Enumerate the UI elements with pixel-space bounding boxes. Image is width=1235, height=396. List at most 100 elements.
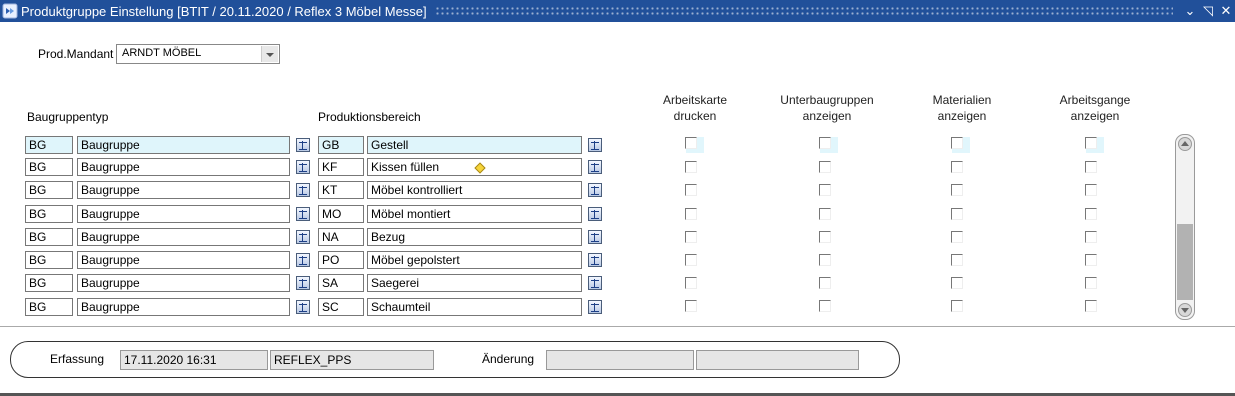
unterbaugruppen-checkbox[interactable]: [819, 277, 831, 289]
arbeitskarte-checkbox[interactable]: [685, 161, 697, 173]
materialien-checkbox[interactable]: [951, 161, 963, 173]
bereich-code-field[interactable]: SA: [318, 274, 364, 292]
header-arbeitsgange-line2: anzeigen: [1070, 109, 1120, 123]
typ-name-field[interactable]: Baugruppe: [77, 228, 290, 246]
typ-name-field[interactable]: Baugruppe: [77, 181, 290, 199]
header-materialien: Materialien anzeigen: [907, 92, 1017, 124]
header-unterbaugruppen-line1: Unterbaugruppen: [780, 93, 874, 107]
unterbaugruppen-checkbox[interactable]: [819, 161, 831, 173]
list-icon[interactable]: [588, 160, 602, 174]
mandant-select[interactable]: ARNDT MÖBEL: [116, 44, 280, 64]
arbeitskarte-checkbox[interactable]: [685, 254, 697, 266]
arbeitskarte-checkbox[interactable]: [685, 184, 697, 196]
scroll-thumb[interactable]: [1177, 224, 1193, 300]
typ-name-field[interactable]: Baugruppe: [77, 205, 290, 223]
arbeitsgange-checkbox[interactable]: [1085, 137, 1097, 149]
arbeitskarte-checkbox[interactable]: [685, 231, 697, 243]
list-icon[interactable]: [296, 183, 310, 197]
vertical-scrollbar[interactable]: [1175, 134, 1195, 320]
typ-code-field[interactable]: BG: [25, 274, 73, 292]
arbeitsgange-checkbox[interactable]: [1085, 254, 1097, 266]
arbeitsgange-checkbox[interactable]: [1085, 277, 1097, 289]
materialien-checkbox[interactable]: [951, 184, 963, 196]
arbeitskarte-checkbox[interactable]: [685, 300, 697, 312]
unterbaugruppen-checkbox[interactable]: [819, 300, 831, 312]
bereich-name-field[interactable]: Möbel gepolstert: [367, 251, 582, 269]
materialien-checkbox[interactable]: [951, 277, 963, 289]
list-icon[interactable]: [588, 230, 602, 244]
bereich-code-field[interactable]: SC: [318, 298, 364, 316]
header-arbeitskarte-line1: Arbeitskarte: [662, 93, 728, 107]
arbeitskarte-checkbox[interactable]: [685, 137, 697, 149]
arbeitsgange-checkbox[interactable]: [1085, 208, 1097, 220]
header-materialien-line1: Materialien: [932, 93, 992, 107]
arbeitskarte-checkbox[interactable]: [685, 208, 697, 220]
bereich-name-field[interactable]: Möbel kontrolliert: [367, 181, 582, 199]
maximize-icon[interactable]: ◹: [1199, 3, 1217, 19]
bereich-code-field[interactable]: KT: [318, 181, 364, 199]
list-icon[interactable]: [588, 253, 602, 267]
bereich-code-field[interactable]: MO: [318, 205, 364, 223]
bereich-name-field[interactable]: Bezug: [367, 228, 582, 246]
typ-code-field[interactable]: BG: [25, 181, 73, 199]
unterbaugruppen-checkbox[interactable]: [819, 231, 831, 243]
scroll-down-icon[interactable]: [1178, 303, 1192, 317]
header-arbeitskarte: Arbeitskarte drucken: [645, 92, 745, 124]
chevron-down-icon[interactable]: [261, 46, 278, 62]
typ-name-field[interactable]: Baugruppe: [77, 251, 290, 269]
mandant-value: ARNDT MÖBEL: [122, 47, 202, 59]
typ-code-field[interactable]: BG: [25, 298, 73, 316]
aenderung-datum-field: [546, 350, 694, 370]
arbeitskarte-checkbox[interactable]: [685, 277, 697, 289]
list-icon[interactable]: [296, 138, 310, 152]
list-icon[interactable]: [588, 300, 602, 314]
bereich-name-field[interactable]: Saegerei: [367, 274, 582, 292]
unterbaugruppen-checkbox[interactable]: [819, 208, 831, 220]
typ-name-field[interactable]: Baugruppe: [77, 274, 290, 292]
header-arbeitskarte-line2: drucken: [673, 109, 717, 123]
list-icon[interactable]: [296, 253, 310, 267]
typ-name-field[interactable]: Baugruppe: [77, 136, 290, 154]
close-icon[interactable]: ✕: [1217, 3, 1235, 19]
list-icon[interactable]: [296, 207, 310, 221]
divider: [0, 326, 1235, 327]
header-arbeitsgange-line1: Arbeitsgange: [1059, 93, 1131, 107]
typ-code-field[interactable]: BG: [25, 158, 73, 176]
scroll-up-icon[interactable]: [1178, 137, 1192, 151]
materialien-checkbox[interactable]: [951, 254, 963, 266]
arbeitsgange-checkbox[interactable]: [1085, 161, 1097, 173]
bereich-code-field[interactable]: NA: [318, 228, 364, 246]
list-icon[interactable]: [588, 276, 602, 290]
list-icon[interactable]: [588, 207, 602, 221]
list-icon[interactable]: [296, 300, 310, 314]
materialien-checkbox[interactable]: [951, 300, 963, 312]
bereich-name-field[interactable]: Möbel montiert: [367, 205, 582, 223]
list-icon[interactable]: [296, 230, 310, 244]
bereich-code-field[interactable]: PO: [318, 251, 364, 269]
typ-name-field[interactable]: Baugruppe: [77, 158, 290, 176]
bereich-code-field[interactable]: KF: [318, 158, 364, 176]
list-icon[interactable]: [296, 276, 310, 290]
materialien-checkbox[interactable]: [951, 231, 963, 243]
unterbaugruppen-checkbox[interactable]: [819, 184, 831, 196]
typ-code-field[interactable]: BG: [25, 136, 73, 154]
list-icon[interactable]: [588, 183, 602, 197]
materialien-checkbox[interactable]: [951, 137, 963, 149]
arbeitsgange-checkbox[interactable]: [1085, 231, 1097, 243]
unterbaugruppen-checkbox[interactable]: [819, 137, 831, 149]
materialien-checkbox[interactable]: [951, 208, 963, 220]
list-icon[interactable]: [296, 160, 310, 174]
bereich-code-field[interactable]: GB: [318, 136, 364, 154]
list-icon[interactable]: [588, 138, 602, 152]
typ-code-field[interactable]: BG: [25, 228, 73, 246]
typ-name-field[interactable]: Baugruppe: [77, 298, 290, 316]
typ-code-field[interactable]: BG: [25, 205, 73, 223]
arbeitsgange-checkbox[interactable]: [1085, 184, 1097, 196]
bereich-name-field[interactable]: Gestell: [367, 136, 582, 154]
typ-code-field[interactable]: BG: [25, 251, 73, 269]
minimize-icon[interactable]: ⌄: [1181, 3, 1199, 19]
header-materialien-line2: anzeigen: [937, 109, 987, 123]
bereich-name-field[interactable]: Schaumteil: [367, 298, 582, 316]
unterbaugruppen-checkbox[interactable]: [819, 254, 831, 266]
arbeitsgange-checkbox[interactable]: [1085, 300, 1097, 312]
